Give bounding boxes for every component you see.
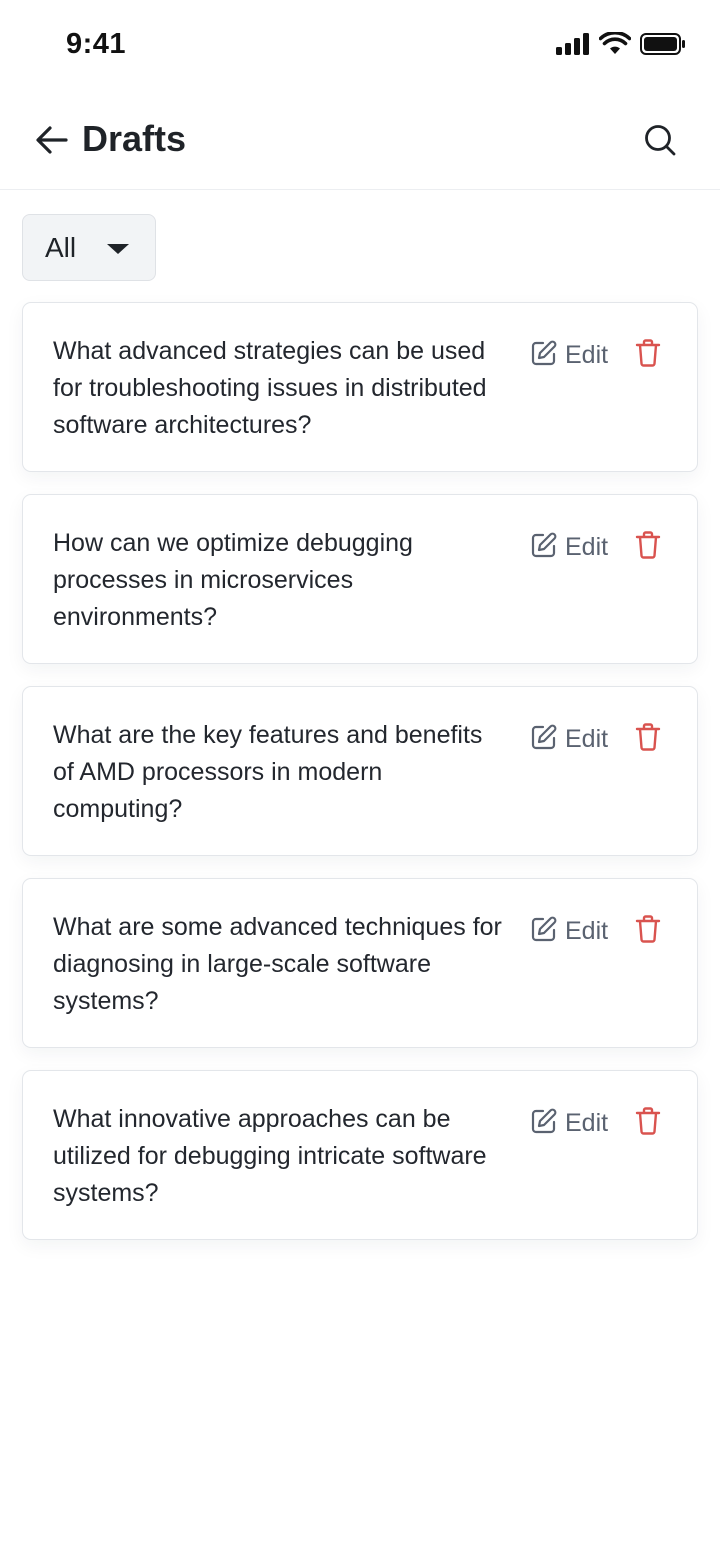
draft-card[interactable]: What are some advanced techniques for di… [22, 878, 698, 1048]
drafts-screen: 9:41 Drafts All What advanced strategies… [0, 0, 720, 1558]
edit-icon [531, 340, 557, 371]
draft-text: What are the key features and benefits o… [53, 721, 483, 823]
trash-icon [635, 914, 661, 948]
trash-icon [635, 1106, 661, 1140]
edit-button[interactable]: Edit [531, 1107, 608, 1139]
draft-card[interactable]: What advanced strategies can be used for… [22, 302, 698, 472]
edit-button[interactable]: Edit [531, 915, 608, 947]
filter-selected-label: All [45, 231, 77, 263]
edit-button[interactable]: Edit [531, 531, 608, 563]
trash-icon [635, 530, 661, 564]
caret-down-icon [107, 244, 129, 254]
back-button[interactable] [30, 120, 74, 164]
draft-card[interactable]: What are the key features and benefits o… [22, 686, 698, 856]
edit-label: Edit [565, 532, 609, 561]
edit-icon [531, 532, 557, 563]
cellular-signal-icon [556, 33, 590, 60]
trash-icon [635, 722, 661, 756]
app-header: Drafts [0, 92, 720, 190]
delete-button[interactable] [633, 530, 663, 564]
draft-card[interactable]: What innovative approaches can be utiliz… [22, 1070, 698, 1240]
edit-button[interactable]: Edit [531, 339, 608, 371]
status-time: 9:41 [66, 28, 127, 60]
status-bar: 9:41 [0, 0, 720, 92]
status-icons [556, 30, 686, 61]
edit-icon [531, 724, 557, 755]
edit-icon [531, 1108, 557, 1139]
battery-icon [640, 33, 686, 60]
delete-button[interactable] [633, 1106, 663, 1140]
draft-text: What innovative approaches can be utiliz… [53, 1105, 487, 1207]
draft-card[interactable]: How can we optimize debugging processes … [22, 494, 698, 664]
edit-label: Edit [565, 1108, 609, 1137]
edit-label: Edit [565, 916, 609, 945]
trash-icon [635, 338, 661, 372]
page-title: Drafts [82, 118, 187, 159]
filter-dropdown[interactable]: All [22, 214, 156, 281]
search-icon [643, 123, 677, 162]
drafts-list: What advanced strategies can be used for… [22, 302, 698, 1262]
draft-text: How can we optimize debugging processes … [53, 529, 413, 631]
arrow-left-icon [35, 125, 69, 160]
search-button[interactable] [638, 120, 682, 164]
delete-button[interactable] [633, 722, 663, 756]
edit-button[interactable]: Edit [531, 723, 608, 755]
delete-button[interactable] [633, 914, 663, 948]
wifi-icon [598, 30, 632, 61]
edit-icon [531, 916, 557, 947]
draft-text: What are some advanced techniques for di… [53, 913, 502, 1015]
edit-label: Edit [565, 724, 609, 753]
draft-text: What advanced strategies can be used for… [53, 337, 487, 439]
delete-button[interactable] [633, 338, 663, 372]
edit-label: Edit [565, 340, 609, 369]
